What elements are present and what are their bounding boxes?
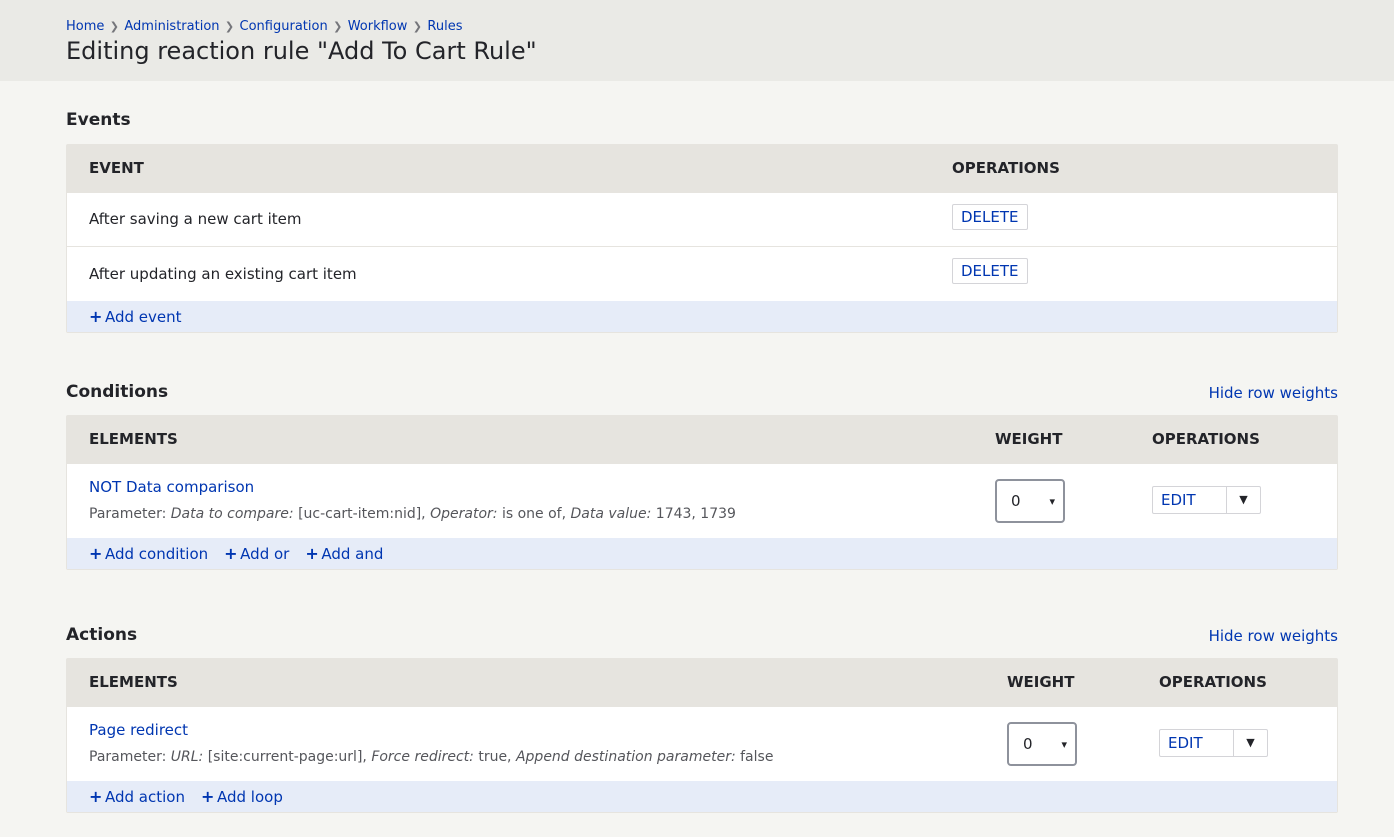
chevron-right-icon: ❯	[412, 20, 423, 33]
actions-actions-bar: + Add action + Add loop	[67, 781, 1337, 812]
param-value: [site:current-page:url],	[207, 749, 367, 765]
chevron-right-icon: ❯	[224, 20, 235, 33]
conditions-table-header: ELEMENTS WEIGHT OPERATIONS	[67, 416, 1337, 463]
chevron-down-icon: ▾	[1061, 737, 1067, 751]
column-weight: WEIGHT	[995, 430, 1063, 448]
weight-value: 0	[1023, 735, 1033, 753]
add-or-link[interactable]: + Add or	[224, 544, 289, 563]
weight-value: 0	[1011, 492, 1021, 510]
breadcrumb-rules[interactable]: Rules	[427, 19, 462, 34]
breadcrumb-configuration[interactable]: Configuration	[240, 19, 328, 34]
add-or-label: Add or	[240, 544, 290, 563]
add-loop-label: Add loop	[216, 787, 283, 806]
column-operations: OPERATIONS	[1152, 430, 1260, 448]
table-row: NOT Data comparison Parameter: Data to c…	[67, 463, 1337, 538]
chevron-right-icon: ❯	[333, 20, 343, 33]
param-value: false	[740, 749, 774, 765]
add-condition-label: Add condition	[105, 544, 209, 563]
actions-table-header: ELEMENTS WEIGHT OPERATIONS	[67, 659, 1337, 706]
column-operations: OPERATIONS	[1159, 673, 1267, 691]
breadcrumb: Home ❯ Administration ❯ Configuration ❯ …	[66, 19, 462, 34]
column-weight: WEIGHT	[1007, 673, 1075, 691]
column-operations: OPERATIONS	[952, 159, 1060, 177]
plus-icon: +	[89, 544, 103, 563]
table-row: After updating an existing cart item DEL…	[67, 246, 1337, 301]
events-table: EVENT OPERATIONS After saving a new cart…	[66, 144, 1338, 333]
param-prefix: Parameter:	[89, 749, 167, 765]
edit-button[interactable]: EDIT	[1160, 730, 1234, 756]
plus-icon: +	[305, 544, 319, 563]
events-actions-bar: + Add event	[67, 301, 1337, 332]
delete-button[interactable]: DELETE	[952, 258, 1028, 284]
caret-down-icon[interactable]: ▼	[1234, 730, 1267, 756]
page-header: Home ❯ Administration ❯ Configuration ❯ …	[0, 0, 1394, 81]
param-key: Force redirect:	[371, 749, 474, 765]
chevron-right-icon: ❯	[109, 20, 119, 33]
plus-icon: +	[89, 307, 103, 326]
add-and-label: Add and	[321, 544, 384, 563]
add-action-label: Add action	[105, 787, 185, 806]
condition-parameters: Parameter: Data to compare: [uc-cart-ite…	[89, 506, 736, 522]
plus-icon: +	[224, 544, 238, 563]
add-event-label: Add event	[105, 307, 182, 326]
column-event: EVENT	[89, 159, 144, 177]
breadcrumb-administration[interactable]: Administration	[124, 19, 219, 34]
delete-button[interactable]: DELETE	[952, 204, 1028, 230]
caret-down-icon[interactable]: ▼	[1227, 487, 1260, 513]
events-title: Events	[66, 110, 131, 130]
param-value: 1743, 1739	[655, 506, 736, 522]
param-value: true,	[478, 749, 512, 765]
event-label: After saving a new cart item	[89, 210, 302, 228]
breadcrumb-home[interactable]: Home	[66, 19, 104, 34]
table-row: After saving a new cart item DELETE	[67, 192, 1337, 246]
hide-row-weights-link[interactable]: Hide row weights	[1209, 627, 1338, 645]
conditions-table: ELEMENTS WEIGHT OPERATIONS NOT Data comp…	[66, 415, 1338, 570]
param-value: is one of,	[501, 506, 567, 522]
action-parameters: Parameter: URL: [site:current-page:url],…	[89, 749, 773, 765]
chevron-down-icon: ▾	[1049, 494, 1055, 508]
edit-button[interactable]: EDIT	[1153, 487, 1227, 513]
add-and-link[interactable]: + Add and	[305, 544, 383, 563]
breadcrumb-workflow[interactable]: Workflow	[348, 19, 408, 34]
param-key: Append destination parameter:	[515, 749, 736, 765]
add-event-link[interactable]: + Add event	[89, 307, 182, 326]
add-condition-link[interactable]: + Add condition	[89, 544, 208, 563]
column-elements: ELEMENTS	[89, 430, 178, 448]
action-name-link[interactable]: Page redirect	[89, 721, 188, 739]
table-row: Page redirect Parameter: URL: [site:curr…	[67, 706, 1337, 781]
plus-icon: +	[89, 787, 103, 806]
weight-select[interactable]: 0 ▾	[1007, 722, 1077, 766]
param-key: Data value:	[570, 506, 652, 522]
condition-name-link[interactable]: NOT Data comparison	[89, 478, 254, 496]
page-title: Editing reaction rule "Add To Cart Rule"	[66, 37, 537, 65]
events-table-header: EVENT OPERATIONS	[67, 145, 1337, 192]
event-label: After updating an existing cart item	[89, 265, 357, 283]
param-value: [uc-cart-item:nid],	[298, 506, 426, 522]
param-key: URL:	[170, 749, 204, 765]
weight-select[interactable]: 0 ▾	[995, 479, 1065, 523]
actions-title: Actions	[66, 625, 138, 645]
operations-dropbutton: EDIT ▼	[1152, 486, 1261, 514]
plus-icon: +	[200, 787, 215, 806]
actions-table: ELEMENTS WEIGHT OPERATIONS Page redirect…	[66, 658, 1338, 813]
param-key: Data to compare:	[170, 506, 294, 522]
param-key: Operator:	[430, 506, 498, 522]
conditions-actions-bar: + Add condition + Add or + Add and	[67, 538, 1337, 569]
add-loop-link[interactable]: + Add loop	[201, 787, 283, 806]
operations-dropbutton: EDIT ▼	[1159, 729, 1268, 757]
param-prefix: Parameter:	[89, 506, 167, 522]
add-action-link[interactable]: + Add action	[89, 787, 185, 806]
conditions-title: Conditions	[66, 382, 169, 402]
column-elements: ELEMENTS	[89, 673, 178, 691]
hide-row-weights-link[interactable]: Hide row weights	[1209, 384, 1338, 402]
